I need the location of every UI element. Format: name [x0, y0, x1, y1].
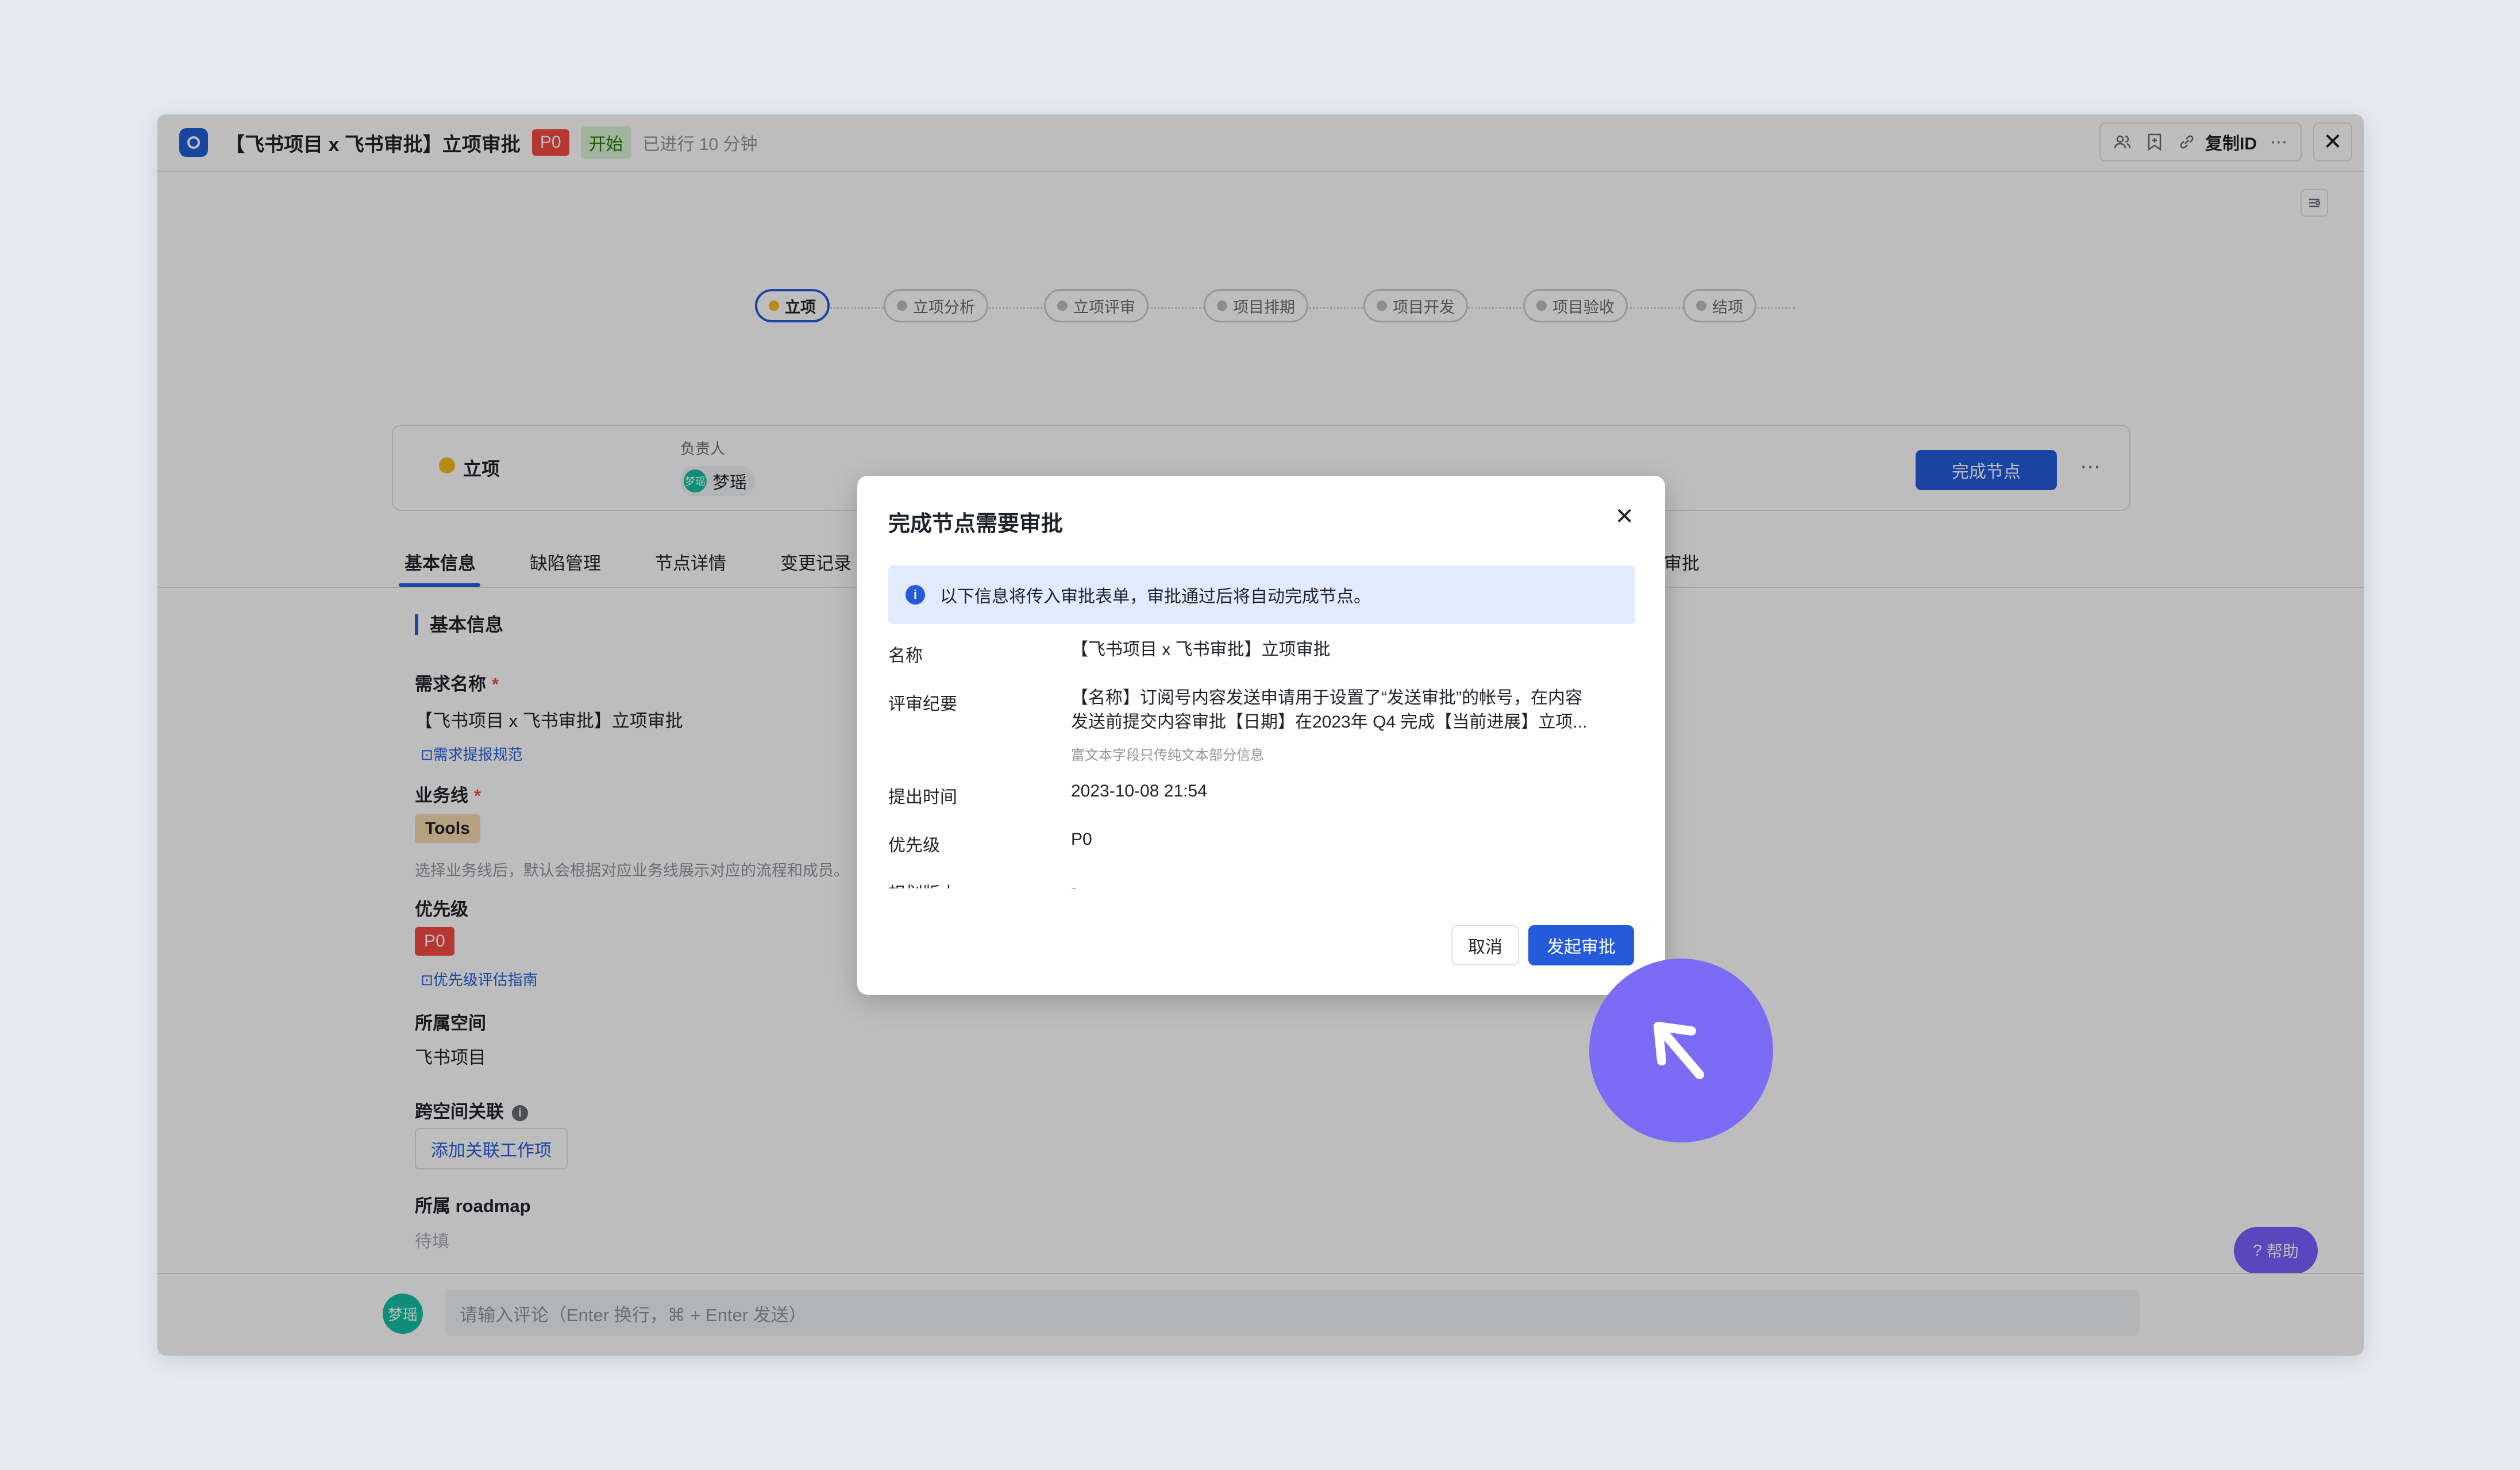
row-hint-minutes: 富文本字段只传纯文本部分信息: [1071, 748, 1264, 763]
row-label-name: 名称: [888, 647, 923, 665]
cursor-pointer-icon: [1589, 959, 1773, 1142]
info-banner: i 以下信息将传入审批表单，审批通过后将自动完成节点。: [888, 565, 1635, 624]
info-text: 以下信息将传入审批表单，审批通过后将自动完成节点。: [940, 587, 1371, 606]
row-value-minutes-line2: 发送前提交内容审批【日期】在2023年 Q4 完成【当前进展】立项...: [1071, 713, 1587, 732]
arrow-icon: [1654, 1022, 1704, 1079]
submit-approval-button[interactable]: 发起审批: [1528, 925, 1634, 965]
approval-dialog: 完成节点需要审批 ✕ i 以下信息将传入审批表单，审批通过后将自动完成节点。 名…: [857, 476, 1665, 995]
row-label-submit-time: 提出时间: [888, 788, 957, 807]
row-label-minutes: 评审纪要: [888, 695, 957, 714]
info-icon: i: [905, 585, 925, 605]
row-value-name: 【飞书项目 x 飞书审批】立项审批: [1071, 640, 1331, 659]
cancel-button[interactable]: 取消: [1451, 925, 1519, 965]
close-icon[interactable]: ✕: [1615, 503, 1634, 530]
row-label-priority: 优先级: [888, 836, 940, 855]
scroll-clip: [857, 888, 1665, 911]
row-value-priority: P0: [1071, 830, 1092, 849]
row-value-submit-time: 2023-10-08 21:54: [1071, 782, 1207, 801]
row-value-minutes-line1: 【名称】订阅号内容发送申请用于设置了“发送审批”的帐号，在内容: [1071, 688, 1582, 707]
dialog-title: 完成节点需要审批: [888, 512, 1064, 536]
